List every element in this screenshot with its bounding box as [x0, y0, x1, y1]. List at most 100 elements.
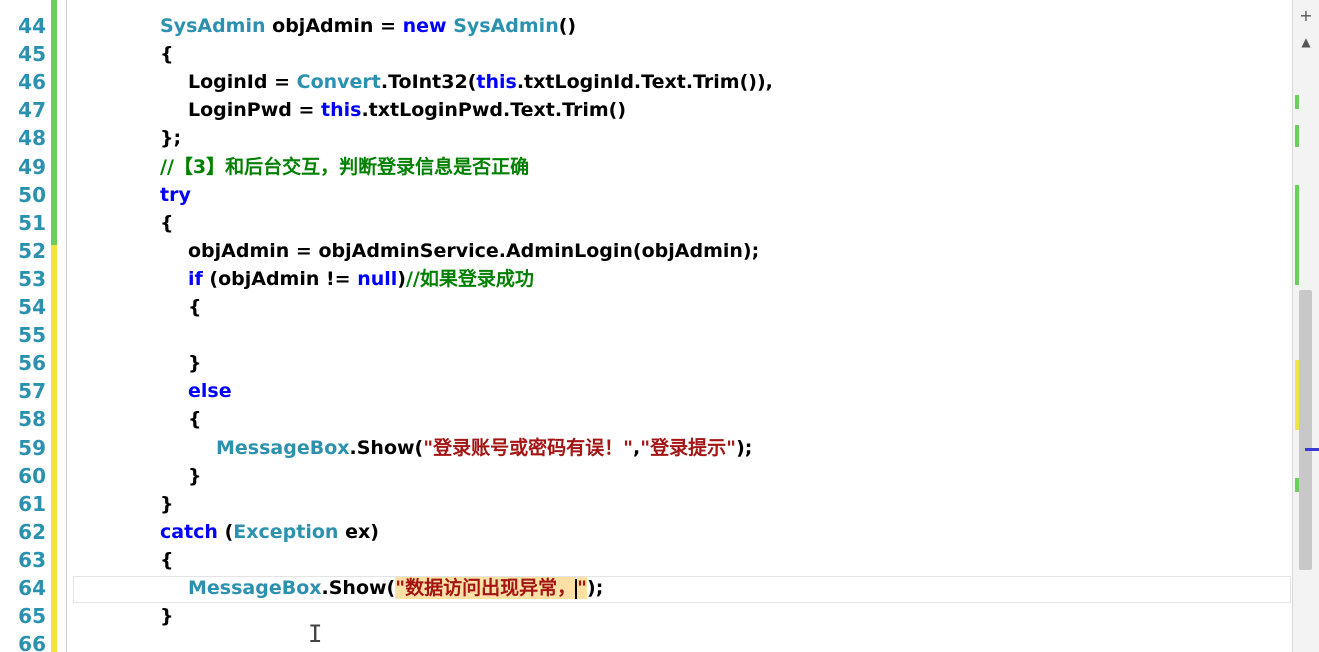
code-token: (objAdmin !=	[202, 267, 358, 290]
code-text[interactable]: {	[160, 40, 174, 68]
code-line[interactable]: 52 objAdmin = objAdminService.AdminLogin(…	[0, 237, 1292, 265]
code-token: this	[321, 99, 362, 122]
code-text[interactable]: };	[160, 124, 181, 152]
code-token: }	[188, 352, 202, 375]
code-text[interactable]: }	[160, 490, 174, 518]
code-token: {	[188, 408, 202, 431]
code-text[interactable]: objAdmin = objAdminService.AdminLogin(ob…	[188, 237, 759, 265]
line-number: 63	[18, 547, 46, 572]
code-line[interactable]: 45 {	[0, 40, 1292, 68]
code-line[interactable]: 57 else	[0, 377, 1292, 405]
code-token: {	[160, 43, 174, 66]
code-line[interactable]: 53 if (objAdmin != null)//如果登录成功	[0, 265, 1292, 293]
scroll-change-mark	[1295, 95, 1299, 109]
code-line[interactable]: 64 MessageBox.Show("数据访问出现异常，");	[0, 574, 1292, 602]
code-token: ()	[558, 15, 577, 37]
code-line[interactable]: 46 LoginId = Convert.ToInt32(this.txtLogi…	[0, 68, 1292, 96]
code-token: catch	[160, 520, 218, 543]
code-token: "	[577, 577, 588, 599]
code-token: //如果登录成功	[405, 267, 534, 290]
code-line[interactable]: 51 {	[0, 209, 1292, 237]
code-line[interactable]: 54 {	[0, 293, 1292, 321]
code-text[interactable]: LoginId = Convert.ToInt32(this.txtLoginI…	[188, 68, 773, 96]
line-number: 54	[18, 295, 46, 319]
code-token: this	[476, 71, 517, 94]
line-number: 45	[18, 42, 46, 67]
code-token: .txtLoginPwd.Text.Trim()	[361, 99, 627, 122]
code-text[interactable]: catch (Exception ex)	[160, 518, 379, 546]
line-number: 62	[18, 519, 46, 544]
code-line[interactable]: 59 MessageBox.Show("登录账号或密码有误！","登录提示");	[0, 434, 1292, 462]
scroll-position-mark	[1305, 448, 1319, 451]
line-number: 50	[18, 182, 46, 207]
code-text[interactable]: try	[160, 181, 191, 209]
code-text[interactable]: {	[188, 405, 202, 433]
code-line[interactable]: 47 LoginPwd = this.txtLoginPwd.Text.Trim(…	[0, 96, 1292, 124]
code-line[interactable]: 49 //【3】和后台交互，判断登录信息是否正确	[0, 153, 1292, 181]
code-token: {	[160, 548, 174, 571]
code-text[interactable]: }	[160, 602, 174, 630]
line-number: 57	[18, 379, 46, 404]
code-line[interactable]: 56}	[0, 349, 1292, 377]
code-text[interactable]: if (objAdmin != null)//如果登录成功	[188, 265, 534, 293]
code-line[interactable]: 62 catch (Exception ex)	[0, 518, 1292, 546]
line-number: 46	[18, 70, 46, 95]
code-token: );	[587, 577, 604, 599]
line-number: 60	[18, 463, 46, 488]
line-number: 65	[18, 604, 46, 629]
code-text[interactable]: {	[160, 209, 174, 237]
plus-icon[interactable]: +	[1296, 6, 1316, 26]
code-line[interactable]: 66	[0, 630, 1292, 652]
scroll-change-mark	[1295, 360, 1299, 430]
code-line[interactable]: 58 {	[0, 405, 1292, 433]
code-text[interactable]: LoginPwd = this.txtLoginPwd.Text.Trim()	[188, 96, 626, 124]
line-number: 56	[18, 351, 46, 376]
code-line[interactable]: 63 {	[0, 546, 1292, 574]
scrollbar-thumb[interactable]	[1299, 290, 1312, 570]
code-text[interactable]: }	[188, 349, 202, 377]
code-line[interactable]: 44 SysAdmin objAdmin = new SysAdmin()	[0, 12, 1292, 40]
code-token: LoginPwd =	[188, 99, 322, 122]
code-token: if	[188, 267, 203, 290]
code-text[interactable]: {	[160, 546, 174, 574]
code-text[interactable]: MessageBox.Show("数据访问出现异常，");	[188, 574, 603, 602]
code-token: else	[188, 380, 232, 403]
code-token: .txtLoginId.Text.Trim()),	[516, 71, 773, 94]
code-text[interactable]: //【3】和后台交互，判断登录信息是否正确	[160, 153, 529, 181]
code-line[interactable]: 48};	[0, 124, 1292, 152]
scroll-change-mark	[1295, 478, 1299, 492]
code-token: }	[160, 605, 174, 628]
code-line[interactable]: 60}	[0, 462, 1292, 490]
line-number: 61	[18, 491, 46, 516]
code-editor[interactable]: 44 SysAdmin objAdmin = new SysAdmin() 45 {4…	[0, 0, 1319, 652]
code-token: .ToInt32(	[380, 71, 477, 94]
code-line[interactable]: 61}	[0, 490, 1292, 518]
code-text[interactable]: MessageBox.Show("登录账号或密码有误！","登录提示");	[216, 434, 752, 462]
code-line[interactable]: 50 try	[0, 181, 1292, 209]
code-token: .Show(	[349, 436, 424, 459]
code-token: MessageBox	[216, 436, 350, 459]
scroll-up-icon[interactable]: ▲	[1296, 32, 1316, 52]
code-token: null	[357, 267, 398, 290]
code-token: .Show(	[321, 577, 396, 599]
line-number: 49	[18, 154, 46, 179]
code-token: Exception	[233, 520, 339, 543]
line-number: 51	[18, 210, 46, 235]
code-text[interactable]: SysAdmin objAdmin = new SysAdmin()	[160, 12, 576, 40]
code-text[interactable]: else	[188, 377, 232, 405]
code-token: MessageBox	[188, 577, 322, 599]
code-token: ex)	[338, 520, 379, 543]
line-number: 53	[18, 266, 46, 291]
code-text[interactable]: }	[188, 462, 202, 490]
code-token: Convert	[296, 71, 381, 94]
line-number: 64	[18, 576, 46, 600]
code-line[interactable]: 55	[0, 321, 1292, 349]
line-number: 59	[18, 435, 46, 460]
code-text[interactable]: {	[188, 293, 202, 321]
code-line[interactable]: 65}	[0, 602, 1292, 630]
code-token: SysAdmin	[453, 15, 559, 37]
line-number: 58	[18, 407, 46, 432]
code-token: //【3】和后台交互，判断登录信息是否正确	[160, 155, 530, 178]
code-token: {	[160, 211, 174, 234]
vertical-scrollbar[interactable]: + ▲	[1292, 0, 1319, 652]
